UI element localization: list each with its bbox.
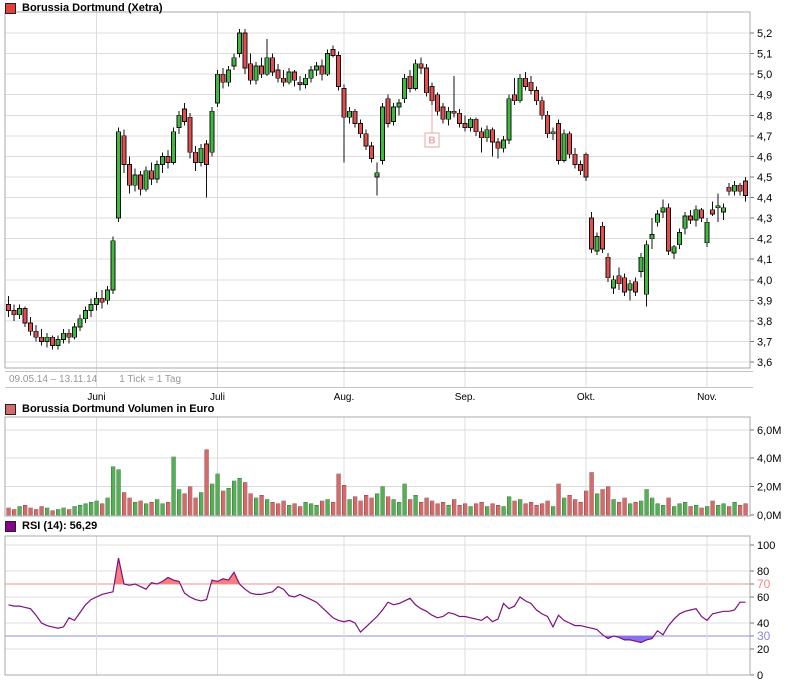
svg-text:70: 70 — [757, 577, 771, 591]
svg-text:20: 20 — [757, 644, 769, 656]
volume-legend-label: Borussia Dortmund Volumen in Euro — [22, 403, 215, 415]
svg-text:5,0: 5,0 — [757, 69, 772, 81]
svg-text:4,5: 4,5 — [757, 172, 772, 184]
stock-chart-app: { "header": { "title": "Borussia Dortmun… — [0, 0, 792, 684]
svg-text:4,8: 4,8 — [757, 110, 772, 122]
svg-text:3,7: 3,7 — [757, 336, 772, 348]
svg-text:4,2: 4,2 — [757, 234, 772, 246]
volume-series — [6, 449, 748, 516]
rsi-legend: RSI (14): 56,29 — [5, 520, 97, 532]
volume-series-icon — [5, 403, 16, 415]
svg-text:30: 30 — [757, 629, 771, 643]
price-series-icon — [5, 2, 16, 14]
price-legend: Borussia Dortmund (Xetra) — [5, 2, 163, 14]
svg-text:4,9: 4,9 — [757, 90, 772, 102]
svg-text:3,9: 3,9 — [757, 295, 772, 307]
svg-text:4,6: 4,6 — [757, 151, 772, 163]
svg-text:4,0: 4,0 — [757, 275, 772, 287]
date-range-strip: 09.05.14 – 13.11.14 1 Tick = 1 Tag — [5, 371, 753, 388]
svg-text:5,2: 5,2 — [757, 28, 772, 40]
svg-text:4,4: 4,4 — [757, 193, 772, 205]
svg-text:3,8: 3,8 — [757, 316, 772, 328]
svg-text:60: 60 — [757, 592, 769, 604]
svg-text:B: B — [428, 136, 435, 147]
svg-text:5,1: 5,1 — [757, 49, 772, 61]
svg-text:6,0M: 6,0M — [757, 425, 781, 437]
month-label: Okt. — [577, 392, 595, 403]
rsi-legend-label: RSI (14): 56,29 — [22, 520, 98, 532]
svg-text:4,1: 4,1 — [757, 254, 772, 266]
svg-text:2,0M: 2,0M — [757, 482, 781, 494]
svg-text:3,6: 3,6 — [757, 357, 772, 369]
svg-text:4,0M: 4,0M — [757, 453, 781, 465]
candlestick-series — [6, 28, 748, 350]
rsi-series-icon — [5, 520, 16, 532]
month-label: Juni — [87, 392, 105, 403]
svg-text:0,0M: 0,0M — [757, 510, 781, 522]
chart-canvas: 5,2 5,1 5,0 4,9 4,8 4,7 4,6 4,5 4,4 4,3 4,2 4,1 4,0 3… — [4, 11, 781, 682]
month-label: Aug. — [334, 392, 355, 403]
date-range-label: 09.05.14 – 13.11.14 — [9, 374, 98, 385]
svg-text:4,7: 4,7 — [757, 131, 772, 143]
month-label: Juli — [210, 392, 225, 403]
page-title: Borussia Dortmund (Xetra) — [22, 2, 163, 14]
svg-text:4,3: 4,3 — [757, 213, 772, 225]
tick-unit-label: 1 Tick = 1 Tag — [119, 374, 182, 385]
month-label: Nov. — [697, 392, 717, 403]
svg-text:0: 0 — [757, 670, 763, 682]
svg-text:100: 100 — [757, 540, 775, 552]
month-label: Sep. — [455, 392, 476, 403]
volume-legend: Borussia Dortmund Volumen in Euro — [5, 403, 214, 415]
